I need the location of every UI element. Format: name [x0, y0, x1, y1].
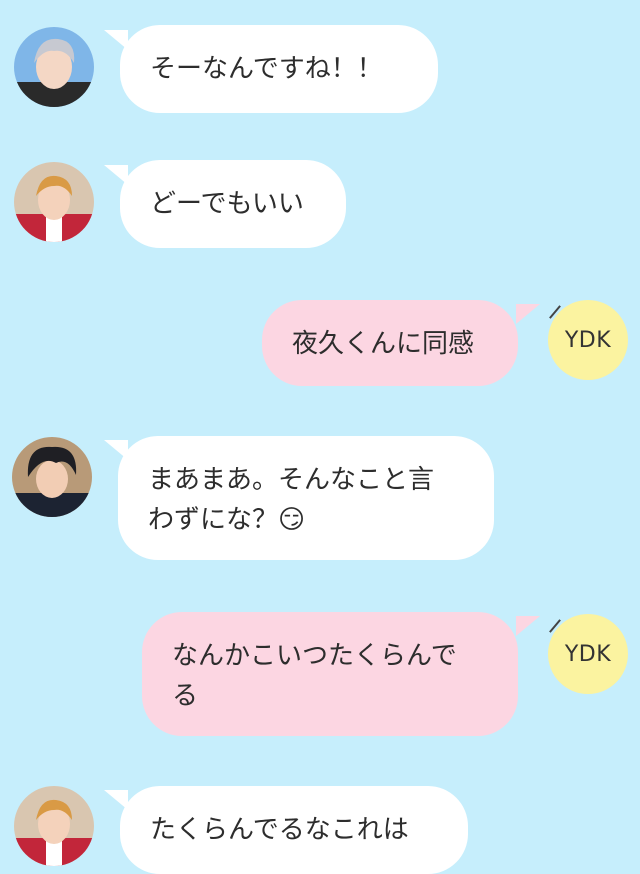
silver-hair-avatar-icon	[14, 27, 94, 107]
message-bubble-5[interactable]: なんかこいつたくらんで る	[142, 612, 518, 736]
avatar-blond-hair[interactable]	[14, 786, 94, 866]
bubble-tail	[516, 304, 540, 324]
chat-thread: そーなんですね！！ どーでもいい 夜久くんに同感 YDK まあまあ。そんなこと言…	[0, 0, 640, 874]
black-hair-avatar-icon	[12, 437, 92, 517]
avatar-ydk[interactable]: YDK	[548, 300, 628, 380]
message-bubble-4[interactable]: まあまあ。そんなこと言 わずにな？😏	[118, 436, 494, 560]
blond-hair-avatar-icon	[14, 162, 94, 242]
message-bubble-2[interactable]: どーでもいい	[120, 160, 346, 248]
avatar-blond-hair[interactable]	[14, 162, 94, 242]
avatar-label: YDK	[564, 641, 612, 667]
message-bubble-1[interactable]: そーなんですね！！	[120, 25, 438, 113]
avatar-ydk[interactable]: YDK	[548, 614, 628, 694]
avatar-black-hair[interactable]	[12, 437, 92, 517]
message-bubble-6[interactable]: たくらんでるなこれは	[120, 786, 468, 874]
avatar-silver-hair[interactable]	[14, 27, 94, 107]
tick-mark-icon	[549, 619, 561, 633]
avatar-label: YDK	[564, 327, 612, 353]
message-bubble-3[interactable]: 夜久くんに同感	[262, 300, 518, 386]
tick-mark-icon	[549, 305, 561, 319]
blond-hair-avatar-icon	[14, 786, 94, 866]
bubble-tail	[516, 616, 540, 636]
